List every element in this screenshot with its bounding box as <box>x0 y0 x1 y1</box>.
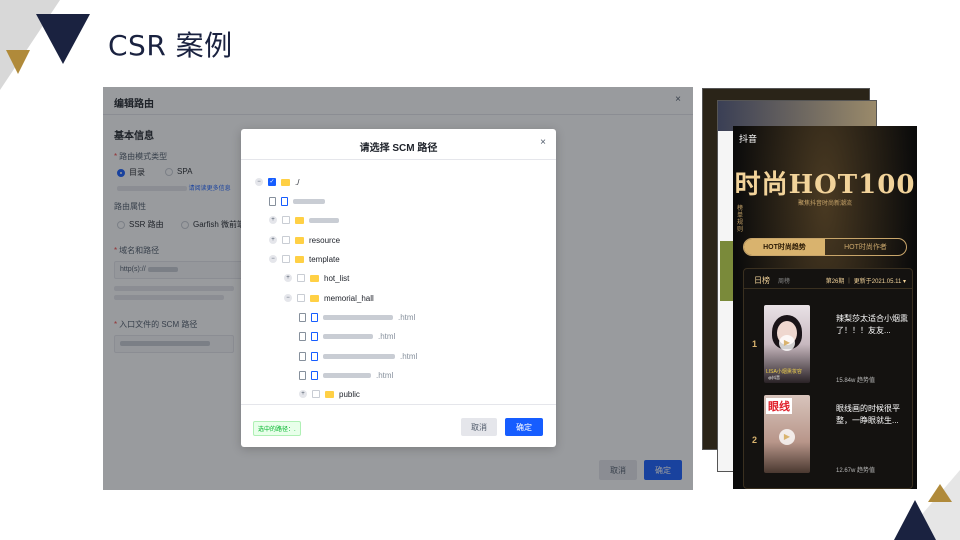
tiktok-logo: 抖音 <box>739 134 758 144</box>
folder-icon <box>310 294 319 302</box>
phone-tabs: HOT时尚趋势 HOT时尚作者 <box>743 238 907 256</box>
tree-node-root[interactable]: − ✓ ./ <box>255 175 299 189</box>
folder-icon <box>295 236 304 244</box>
selected-path-tag: 选中的路径：. <box>253 421 301 436</box>
rules-link[interactable]: 榜单规则 <box>737 206 745 234</box>
tree-node-folder[interactable]: + <box>269 213 339 227</box>
file-icon <box>269 196 276 206</box>
blurred-name <box>323 353 395 359</box>
route-editor-screenshot: 编辑路由 × 基本信息 * 路由模式类型 目录 SPA 请阅读更多信息 路由属性 … <box>103 87 693 490</box>
rank-number: 2 <box>752 435 758 445</box>
tree-node-html-file[interactable]: .html <box>299 329 395 343</box>
thumb-caption: 眼线 <box>766 398 792 414</box>
folder-icon <box>281 178 290 186</box>
folder-icon <box>295 216 304 224</box>
collapse-icon[interactable]: − <box>255 178 263 186</box>
divider <box>241 404 556 405</box>
modal-confirm-button[interactable]: 确定 <box>505 418 543 436</box>
thumb-watermark: @抖音 <box>768 375 781 380</box>
period-selector[interactable]: 第26期 ｜ 更新于2021.05.11 ▾ <box>826 276 906 285</box>
thumb-caption: LISA小烟熏妆容 <box>766 369 802 375</box>
tree-node-resource[interactable]: + resource <box>269 233 340 247</box>
divider <box>241 159 556 160</box>
checkbox-icon[interactable] <box>297 294 305 302</box>
tree-node-html-file[interactable]: .html <box>299 368 393 382</box>
blurred-name <box>323 333 373 339</box>
tab-author[interactable]: HOT时尚作者 <box>825 239 906 255</box>
phone-screenshot-front: 抖音 时尚HOT100 聚焦抖音时尚新潮流 榜单规则 HOT时尚趋势 HOT时尚… <box>733 126 917 489</box>
slide-title: CSR 案例 <box>108 29 233 62</box>
hot100-subtitle: 聚焦抖音时尚新潮流 <box>797 201 852 207</box>
checkbox-icon[interactable] <box>282 236 290 244</box>
item-title[interactable]: 眼线画的时候很平整，一睁眼就生... <box>836 403 910 427</box>
file-icon <box>299 312 306 322</box>
ranking-card: 日榜 周榜 第26期 ｜ 更新于2021.05.11 ▾ 1 ▶ LISA小烟熏… <box>743 268 913 489</box>
rank-number: 1 <box>752 339 758 349</box>
blurred-name <box>309 217 339 223</box>
file-icon <box>311 351 318 361</box>
modal-close-icon[interactable]: × <box>540 137 546 148</box>
collapse-icon[interactable]: − <box>284 294 292 302</box>
play-icon: ▶ <box>779 429 795 445</box>
item-title[interactable]: 辣梨莎太适合小烟熏了！！！友友... <box>836 313 910 337</box>
file-icon <box>311 312 318 322</box>
expand-icon[interactable]: + <box>299 390 307 398</box>
expand-icon[interactable]: + <box>284 274 292 282</box>
item-heat: 12.67w 趋势值 <box>836 468 876 474</box>
tree-node-public[interactable]: + public <box>299 387 360 401</box>
play-icon: ▶ <box>779 335 795 351</box>
blurred-name <box>323 314 393 320</box>
scm-path-modal: 请选择 SCM 路径 × − ✓ ./ + + resource − templ… <box>241 129 556 447</box>
file-icon <box>299 370 306 380</box>
tree-node-hot-list[interactable]: + hot_list <box>284 271 349 285</box>
video-thumbnail[interactable]: ▶ LISA小烟熏妆容 @抖音 <box>764 305 810 383</box>
file-icon <box>311 370 318 380</box>
modal-cancel-button[interactable]: 取消 <box>461 418 497 436</box>
modal-title: 请选择 SCM 路径 <box>359 143 438 154</box>
tree-node-html-file[interactable]: .html <box>299 310 415 324</box>
hot100-title: 时尚HOT100 <box>734 170 916 200</box>
file-icon <box>281 196 288 206</box>
checkbox-icon[interactable] <box>282 255 290 263</box>
blurred-name <box>323 372 371 378</box>
ranking-header: 日榜 周榜 第26期 ｜ 更新于2021.05.11 ▾ <box>744 269 912 289</box>
collapse-icon[interactable]: − <box>269 255 277 263</box>
corner-decoration-top <box>0 0 90 90</box>
file-icon <box>299 331 306 341</box>
tab-weekly[interactable]: 周榜 <box>778 276 790 285</box>
tree-node-memorial-hall[interactable]: − memorial_hall <box>284 291 374 305</box>
tree-node-template[interactable]: − template <box>269 252 340 266</box>
expand-icon[interactable]: + <box>269 216 277 224</box>
tab-daily[interactable]: 日榜 <box>754 275 770 286</box>
checkbox-icon[interactable] <box>282 216 290 224</box>
expand-icon[interactable]: + <box>269 236 277 244</box>
file-icon <box>299 351 306 361</box>
folder-icon <box>295 255 304 263</box>
tree-node-file[interactable] <box>269 194 325 208</box>
checkbox-icon[interactable] <box>312 390 320 398</box>
tab-trend[interactable]: HOT时尚趋势 <box>744 239 825 255</box>
checkbox-checked-icon[interactable]: ✓ <box>268 178 276 186</box>
folder-icon <box>310 274 319 282</box>
file-icon <box>311 331 318 341</box>
folder-icon <box>325 390 334 398</box>
blurred-name <box>293 198 325 204</box>
tree-node-html-file[interactable]: .html <box>299 349 417 363</box>
item-heat: 15.84w 趋势值 <box>836 378 876 384</box>
video-thumbnail[interactable]: 眼线 ▶ <box>764 395 810 473</box>
checkbox-icon[interactable] <box>297 274 305 282</box>
